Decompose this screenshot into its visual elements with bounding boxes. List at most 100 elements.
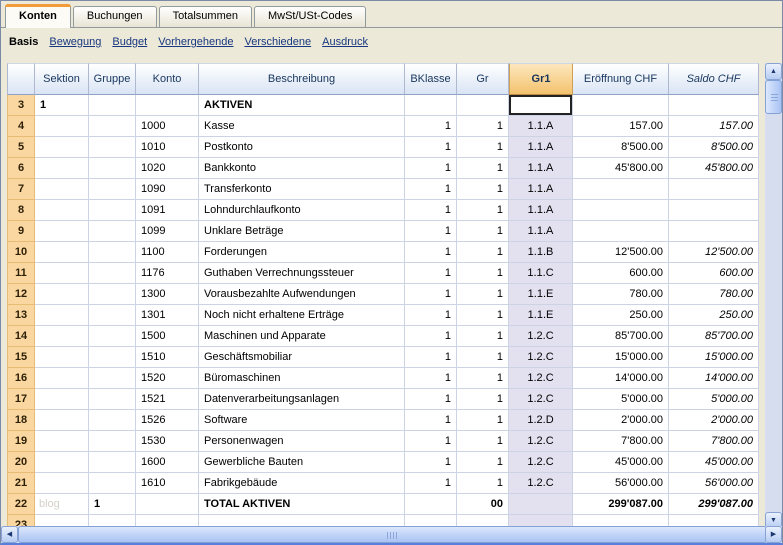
cell-gruppe[interactable] <box>89 200 136 221</box>
row-header-22[interactable]: 22 <box>7 494 35 515</box>
view-link-vorhergehende[interactable]: Vorhergehende <box>158 36 233 48</box>
cell-gruppe[interactable]: 1 <box>89 494 136 515</box>
cell-beschreibung[interactable]: Personenwagen <box>199 431 405 452</box>
cell-saldo[interactable] <box>669 95 759 116</box>
cell-konto[interactable] <box>136 95 199 116</box>
cell-beschreibung[interactable]: Fabrikgebäude <box>199 473 405 494</box>
horizontal-scrollbar-thumb[interactable] <box>18 526 767 543</box>
row-header-3[interactable]: 3 <box>7 95 35 116</box>
cell-konto[interactable]: 1526 <box>136 410 199 431</box>
cell-sektion[interactable] <box>35 305 89 326</box>
cell-eroeffnung[interactable]: 2'000.00 <box>573 410 669 431</box>
cell-gruppe[interactable] <box>89 242 136 263</box>
cell-konto[interactable]: 1090 <box>136 179 199 200</box>
cell-eroeffnung[interactable]: 12'500.00 <box>573 242 669 263</box>
tab-konten[interactable]: Konten <box>5 4 71 28</box>
cell-bklasse[interactable]: 1 <box>405 389 457 410</box>
cell-bklasse[interactable]: 1 <box>405 284 457 305</box>
row-header-9[interactable]: 9 <box>7 221 35 242</box>
cell-gr[interactable]: 1 <box>457 368 509 389</box>
row-header-20[interactable]: 20 <box>7 452 35 473</box>
cell-beschreibung[interactable]: Forderungen <box>199 242 405 263</box>
cell-konto[interactable]: 1610 <box>136 473 199 494</box>
row-header-12[interactable]: 12 <box>7 284 35 305</box>
cell-sektion[interactable] <box>35 200 89 221</box>
cell-gr[interactable]: 1 <box>457 326 509 347</box>
cell-bklasse[interactable]: 1 <box>405 116 457 137</box>
row-header-17[interactable]: 17 <box>7 389 35 410</box>
cell-saldo[interactable]: 600.00 <box>669 263 759 284</box>
cell-gr[interactable]: 1 <box>457 116 509 137</box>
row-header-18[interactable]: 18 <box>7 410 35 431</box>
cell-sektion[interactable] <box>35 326 89 347</box>
cell-beschreibung[interactable]: Guthaben Verrechnungssteuer <box>199 263 405 284</box>
cell-gr1[interactable]: 1.2.C <box>509 368 573 389</box>
cell-eroeffnung[interactable]: 45'800.00 <box>573 158 669 179</box>
cell-konto[interactable]: 1010 <box>136 137 199 158</box>
cell-beschreibung[interactable]: Transferkonto <box>199 179 405 200</box>
row-header-15[interactable]: 15 <box>7 347 35 368</box>
cell-eroeffnung[interactable]: 250.00 <box>573 305 669 326</box>
cell-konto[interactable]: 1020 <box>136 158 199 179</box>
cell-eroeffnung[interactable]: 85'700.00 <box>573 326 669 347</box>
cell-gr1[interactable] <box>509 95 573 116</box>
cell-gr1[interactable]: 1.2.C <box>509 431 573 452</box>
cell-eroeffnung[interactable] <box>573 200 669 221</box>
cell-gr1[interactable]: 1.1.A <box>509 158 573 179</box>
cell-gr[interactable]: 00 <box>457 494 509 515</box>
column-header-sektion[interactable]: Sektion <box>35 63 89 95</box>
vertical-scrollbar[interactable]: ▲ ▼ <box>765 63 782 529</box>
cell-konto[interactable]: 1500 <box>136 326 199 347</box>
cell-gr1[interactable]: 1.1.A <box>509 137 573 158</box>
cell-gr1[interactable]: 1.1.A <box>509 200 573 221</box>
column-header-konto[interactable]: Konto <box>136 63 199 95</box>
cell-bklasse[interactable]: 1 <box>405 326 457 347</box>
row-header-14[interactable]: 14 <box>7 326 35 347</box>
view-link-basis[interactable]: Basis <box>9 36 38 48</box>
cell-beschreibung[interactable]: Maschinen und Apparate <box>199 326 405 347</box>
cell-gr[interactable]: 1 <box>457 242 509 263</box>
scroll-up-button[interactable]: ▲ <box>765 63 782 80</box>
cell-beschreibung[interactable]: Unklare Beträge <box>199 221 405 242</box>
tab-buchungen[interactable]: Buchungen <box>73 6 157 27</box>
cell-eroeffnung[interactable]: 600.00 <box>573 263 669 284</box>
cell-gr1[interactable]: 1.1.C <box>509 263 573 284</box>
cell-saldo[interactable]: 12'500.00 <box>669 242 759 263</box>
cell-bklasse[interactable]: 1 <box>405 221 457 242</box>
cell-eroeffnung[interactable]: 15'000.00 <box>573 347 669 368</box>
cell-gr1[interactable]: 1.2.C <box>509 389 573 410</box>
cell-gr[interactable]: 1 <box>457 158 509 179</box>
cell-konto[interactable]: 1300 <box>136 284 199 305</box>
row-header-10[interactable]: 10 <box>7 242 35 263</box>
row-header-19[interactable]: 19 <box>7 431 35 452</box>
cell-sektion[interactable] <box>35 158 89 179</box>
cell-saldo[interactable]: 299'087.00 <box>669 494 759 515</box>
row-header-13[interactable]: 13 <box>7 305 35 326</box>
cell-sektion[interactable] <box>35 473 89 494</box>
cell-eroeffnung[interactable]: 157.00 <box>573 116 669 137</box>
cell-gr[interactable]: 1 <box>457 179 509 200</box>
cell-gr1[interactable]: 1.2.C <box>509 473 573 494</box>
cell-konto[interactable]: 1000 <box>136 116 199 137</box>
cell-gruppe[interactable] <box>89 452 136 473</box>
cell-gr[interactable]: 1 <box>457 221 509 242</box>
cell-gr[interactable]: 1 <box>457 263 509 284</box>
cell-konto[interactable]: 1521 <box>136 389 199 410</box>
cell-eroeffnung[interactable]: 8'500.00 <box>573 137 669 158</box>
cell-eroeffnung[interactable]: 56'000.00 <box>573 473 669 494</box>
cell-sektion[interactable] <box>35 452 89 473</box>
cell-saldo[interactable]: 2'000.00 <box>669 410 759 431</box>
row-header-7[interactable]: 7 <box>7 179 35 200</box>
cell-saldo[interactable]: 157.00 <box>669 116 759 137</box>
cell-konto[interactable]: 1301 <box>136 305 199 326</box>
cell-beschreibung[interactable]: Gewerbliche Bauten <box>199 452 405 473</box>
cell-beschreibung[interactable]: Lohndurchlaufkonto <box>199 200 405 221</box>
cell-gruppe[interactable] <box>89 326 136 347</box>
cell-gr[interactable]: 1 <box>457 410 509 431</box>
cell-sektion[interactable] <box>35 431 89 452</box>
cell-gr[interactable]: 1 <box>457 305 509 326</box>
cell-bklasse[interactable]: 1 <box>405 179 457 200</box>
cell-beschreibung[interactable]: Kasse <box>199 116 405 137</box>
cell-bklasse[interactable] <box>405 494 457 515</box>
cell-saldo[interactable]: 45'000.00 <box>669 452 759 473</box>
